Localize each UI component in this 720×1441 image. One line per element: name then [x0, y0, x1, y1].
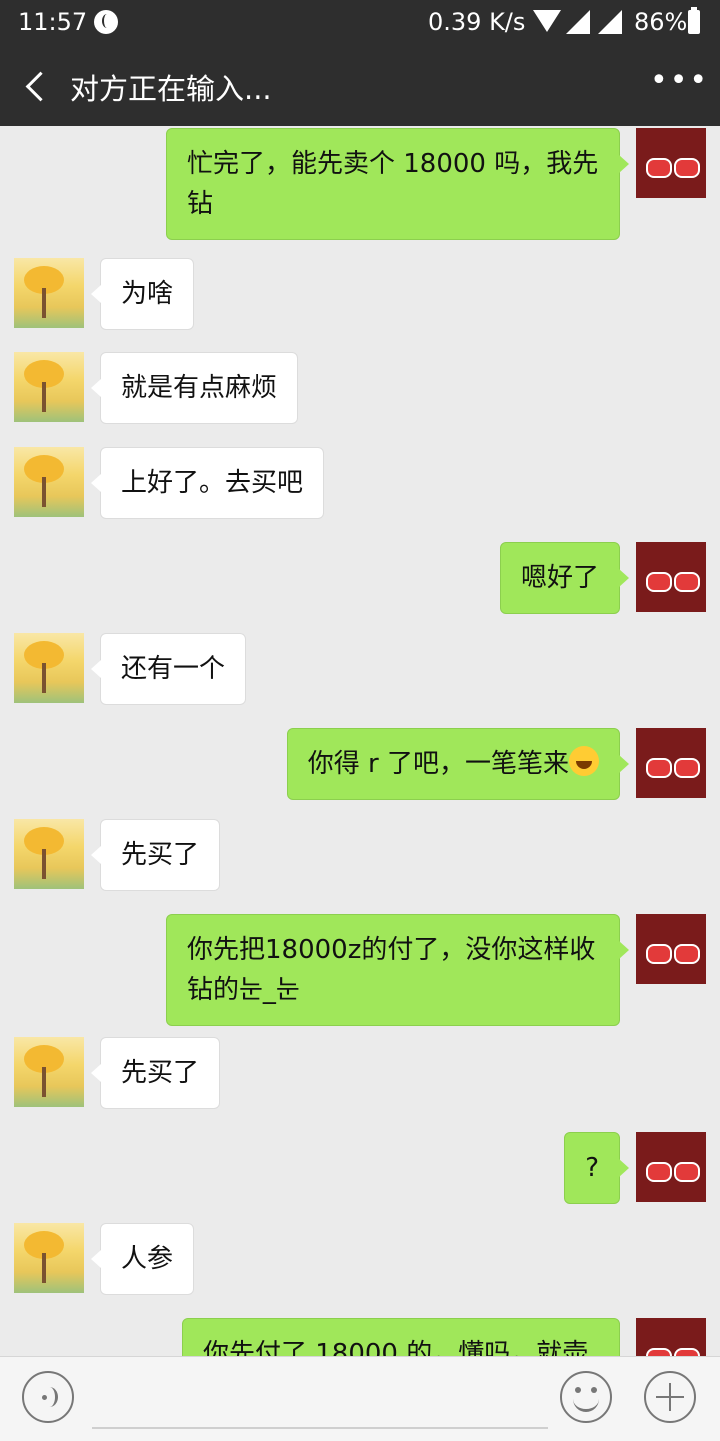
message-text: ?: [585, 1153, 599, 1183]
message-text: 还有一个: [121, 654, 226, 684]
plus-icon[interactable]: [644, 1371, 696, 1423]
received-message-bubble[interactable]: 还有一个: [90, 633, 247, 705]
received-message-bubble[interactable]: 上好了。去买吧: [90, 447, 325, 519]
network-speed: 0.39 K/s: [428, 8, 526, 36]
message-text: 为啥: [121, 279, 174, 309]
title-bar: 对方正在输入... •••: [0, 46, 720, 126]
status-bar: 11:57 0.39 K/s 86%: [0, 0, 720, 46]
message-text: 你先付了 18000 的，懂吗，就壶: [203, 1339, 589, 1356]
my-avatar[interactable]: [636, 542, 706, 612]
sent-message-bubble[interactable]: 忙完了，能先卖个 18000 吗，我先钻: [166, 128, 629, 240]
message-text: 上好了。去买吧: [121, 468, 304, 498]
sent-message-bubble[interactable]: 你先把18000z的付了，没你这样收钻的눈_눈: [166, 914, 629, 1026]
signal-icon: [598, 10, 622, 34]
message-input[interactable]: [92, 1367, 548, 1429]
received-message-bubble[interactable]: 先买了: [90, 819, 221, 891]
contact-avatar[interactable]: [14, 352, 84, 422]
chat-title: 对方正在输入...: [70, 72, 272, 106]
voice-icon[interactable]: [22, 1371, 74, 1423]
sent-message-bubble[interactable]: 你先付了 18000 的，懂吗，就壶: [182, 1318, 620, 1356]
contact-avatar[interactable]: [14, 1037, 84, 1107]
received-message-bubble[interactable]: 为啥: [90, 258, 195, 330]
contact-avatar[interactable]: [14, 1223, 84, 1293]
sent-message-bubble[interactable]: ?: [564, 1132, 629, 1204]
message-text: 忙完了，能先卖个 18000 吗，我先钻: [187, 149, 599, 219]
contact-avatar[interactable]: [14, 447, 84, 517]
contact-avatar[interactable]: [14, 819, 84, 889]
received-message-bubble[interactable]: 人参: [90, 1223, 195, 1295]
battery-level: 86%: [634, 8, 688, 36]
battery-icon: [688, 7, 700, 34]
my-avatar[interactable]: [636, 728, 706, 798]
emoji-icon[interactable]: [560, 1371, 612, 1423]
message-text: 你先把18000z的付了，没你这样收钻的눈_눈: [187, 935, 596, 1005]
sent-message-bubble[interactable]: 嗯好了: [499, 542, 630, 614]
received-message-bubble[interactable]: 先买了: [90, 1037, 221, 1109]
chat-area[interactable]: 忙完了，能先卖个 18000 吗，我先钻 为啥 就是有点麻烦 上好了。去买吧 嗯…: [0, 126, 720, 1356]
received-message-bubble[interactable]: 就是有点麻烦: [90, 352, 299, 424]
message-text: 先买了: [121, 1058, 200, 1088]
input-bar: [0, 1356, 720, 1441]
message-text: 人参: [121, 1244, 174, 1274]
status-time: 11:57: [18, 8, 88, 36]
sent-message-bubble[interactable]: 你得 r 了吧，一笔笔来: [286, 728, 630, 800]
message-text: 就是有点麻烦: [121, 373, 278, 403]
wifi-icon: [533, 10, 561, 32]
more-icon[interactable]: •••: [650, 66, 707, 98]
my-avatar[interactable]: [636, 914, 706, 984]
back-arrow-icon[interactable]: [16, 64, 56, 108]
contact-avatar[interactable]: [14, 258, 84, 328]
globe-icon: [94, 10, 118, 34]
joy-emoji-icon: [569, 746, 599, 776]
my-avatar[interactable]: [636, 128, 706, 198]
contact-avatar[interactable]: [14, 633, 84, 703]
my-avatar[interactable]: [636, 1318, 706, 1356]
my-avatar[interactable]: [636, 1132, 706, 1202]
message-text: 嗯好了: [520, 563, 599, 593]
signal-icon: [566, 10, 590, 34]
message-text: 先买了: [121, 840, 200, 870]
message-text: 你得 r 了吧，一笔笔来: [307, 749, 569, 779]
